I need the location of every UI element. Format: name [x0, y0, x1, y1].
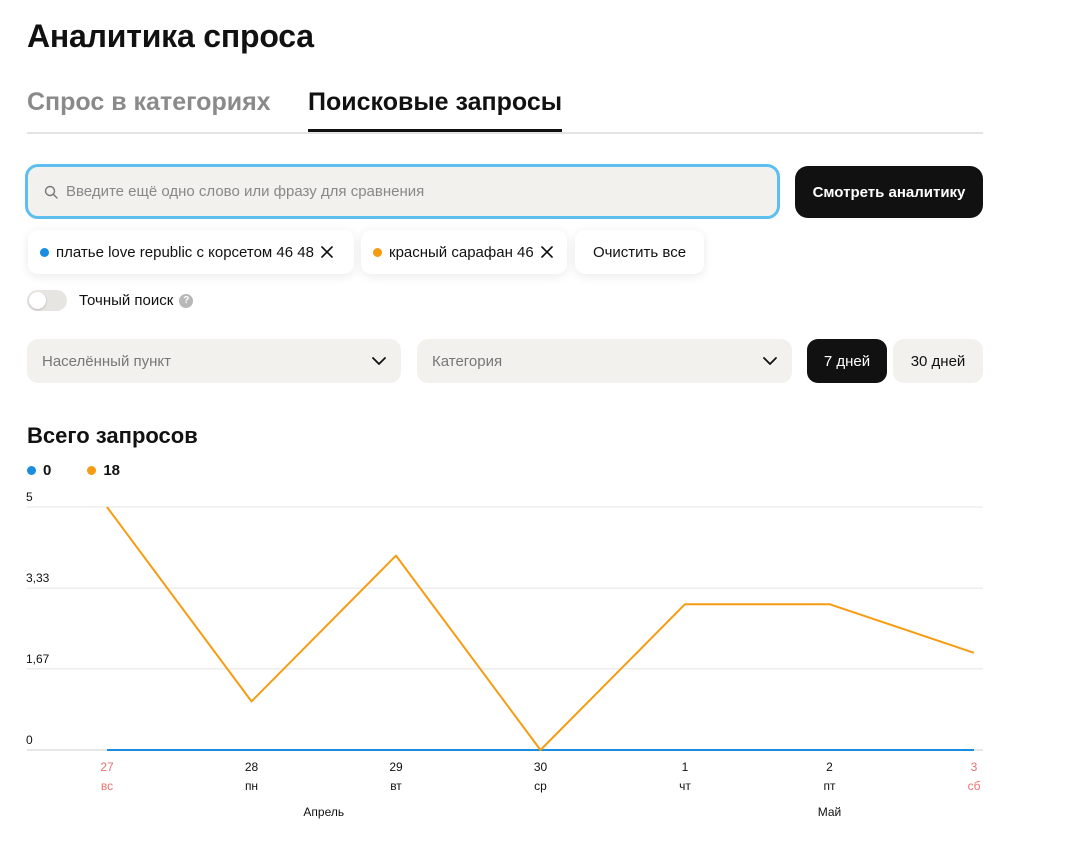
category-select[interactable]: Категория — [417, 339, 792, 383]
x-tick-day: 3 — [971, 760, 978, 774]
tabs: Спрос в категориях Поисковые запросы — [27, 86, 983, 134]
x-tick-weekday: ср — [534, 779, 547, 793]
x-tick-weekday: вт — [390, 779, 402, 793]
clear-all-button[interactable]: Очистить все — [575, 230, 704, 274]
x-tick-day: 1 — [682, 760, 689, 774]
x-tick-day: 30 — [534, 760, 548, 774]
y-tick-label: 5 — [26, 490, 33, 504]
x-tick-day: 29 — [389, 760, 403, 774]
x-tick-weekday: сб — [968, 779, 981, 793]
exact-search-row: Точный поиск ? — [27, 290, 194, 311]
chip-color-dot — [40, 247, 49, 257]
exact-search-toggle[interactable] — [27, 290, 67, 311]
search-input[interactable] — [66, 183, 746, 200]
help-icon[interactable]: ? — [179, 293, 194, 308]
x-tick-day: 28 — [245, 760, 259, 774]
toggle-knob — [29, 292, 46, 309]
legend-dot — [87, 466, 97, 475]
page-title: Аналитика спроса — [27, 18, 314, 54]
view-analytics-button[interactable]: Смотреть аналитику — [795, 166, 983, 218]
legend-item-series-1: 0 — [27, 462, 51, 479]
legend-item-series-2: 18 — [87, 462, 120, 479]
chip-label: красный сарафан 46 — [389, 243, 534, 261]
tab-category-demand[interactable]: Спрос в категориях — [27, 88, 271, 129]
exact-search-label: Точный поиск — [79, 292, 174, 309]
chip-color-dot — [373, 247, 382, 257]
y-tick-label: 0 — [26, 733, 33, 747]
x-tick-weekday: пт — [824, 779, 836, 793]
chevron-down-icon — [762, 356, 778, 366]
tab-search-queries[interactable]: Поисковые запросы — [308, 88, 563, 132]
y-tick-label: 3,33 — [26, 571, 50, 585]
period-30-days-button[interactable]: 30 дней — [893, 339, 983, 383]
x-tick-weekday: пн — [245, 779, 258, 793]
period-7-days-button[interactable]: 7 дней — [807, 339, 887, 383]
line-chart: 0 1,67 3,33 5 27 вс 28 пн 29 вт 30 ср 1 чт 2 пт 3 сб Апрел… — [26, 490, 983, 819]
x-tick-weekday: вс — [101, 779, 113, 793]
x-tick-weekday: чт — [679, 779, 691, 793]
chip-label: платье love republic с корсетом 46 48 — [56, 243, 314, 261]
search-icon — [44, 185, 58, 199]
search-box — [25, 164, 780, 219]
x-tick-day: 27 — [100, 760, 114, 774]
y-tick-label: 1,67 — [26, 652, 50, 666]
legend-value: 0 — [43, 462, 52, 479]
close-icon[interactable] — [540, 245, 554, 259]
chevron-down-icon — [371, 356, 387, 366]
city-select[interactable]: Населённый пункт — [27, 339, 401, 383]
chart-title: Всего запросов — [27, 423, 198, 448]
close-icon[interactable] — [320, 245, 334, 259]
query-chip-1: платье love republic с корсетом 46 48 — [28, 230, 354, 274]
city-select-label: Населённый пункт — [42, 352, 172, 370]
x-tick-day: 2 — [826, 760, 833, 774]
category-select-label: Категория — [432, 352, 503, 370]
query-chip-2: красный сарафан 46 — [361, 230, 567, 274]
x-month-label: Май — [818, 805, 842, 819]
legend-value: 18 — [103, 462, 121, 479]
x-month-label: Апрель — [303, 805, 344, 819]
series-line-2 — [106, 506, 975, 751]
chart-legend: 0 18 — [27, 462, 156, 479]
legend-dot — [27, 466, 36, 475]
